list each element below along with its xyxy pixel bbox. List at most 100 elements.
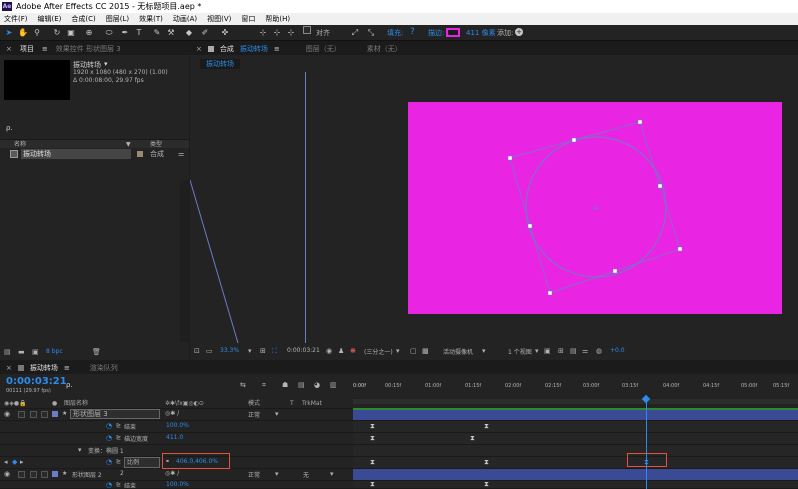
interpret-footage-icon[interactable]: ▤ bbox=[4, 348, 11, 356]
world-axis-icon[interactable]: ⊹ bbox=[272, 28, 282, 38]
show-snapshot-icon[interactable]: ♟ bbox=[338, 347, 344, 355]
menu-animation[interactable]: 动画(A) bbox=[173, 13, 197, 25]
menu-effect[interactable]: 效果(T) bbox=[139, 13, 163, 25]
add-menu-icon[interactable]: + bbox=[515, 28, 523, 36]
breadcrumb[interactable]: 振动转场 bbox=[200, 59, 240, 69]
keyframe[interactable]: ⧗ bbox=[483, 459, 490, 466]
constrain-link-icon[interactable]: ⚭ bbox=[165, 458, 170, 465]
comp-timecode[interactable]: 0:00:03:21 bbox=[287, 347, 320, 354]
eraser-icon[interactable]: ◆ bbox=[184, 28, 194, 38]
trash-icon[interactable]: 🗑 bbox=[92, 348, 101, 356]
solo-toggle-2[interactable] bbox=[30, 471, 37, 478]
snap-target-icon[interactable]: ⤡ bbox=[366, 28, 376, 38]
dropdown-arrow-icon-2[interactable]: ▾ bbox=[396, 347, 400, 355]
menu-icon[interactable]: ≡ bbox=[274, 45, 280, 53]
work-area-bar[interactable] bbox=[353, 399, 798, 404]
graph-icon-3[interactable]: ⊵ bbox=[116, 458, 121, 465]
mask-visibility-icon[interactable]: ⛶ bbox=[272, 347, 277, 356]
close-icon[interactable]: × bbox=[6, 45, 12, 53]
keyframe-nav-next-icon[interactable]: ▸ bbox=[20, 458, 24, 466]
graph-icon-2[interactable]: ⊵ bbox=[116, 434, 121, 441]
prop-row-stroke-width[interactable]: ◔ ⊵ 描边宽度 411.0 bbox=[0, 433, 353, 445]
lock-icon[interactable] bbox=[207, 45, 214, 52]
motion-blur-icon[interactable]: ◕ bbox=[314, 381, 320, 389]
timeline-search-input[interactable]: ρ. bbox=[66, 381, 73, 389]
mode-arrow-icon[interactable]: ▾ bbox=[275, 410, 279, 418]
stopwatch-icon-2[interactable]: ◔ bbox=[106, 434, 112, 442]
col-t[interactable]: T bbox=[290, 399, 294, 409]
trkmat-dropdown[interactable]: 无 bbox=[303, 470, 309, 479]
transparency-grid-icon[interactable]: ▩ bbox=[422, 347, 429, 355]
snap-icon[interactable]: ⤢ bbox=[350, 28, 360, 38]
label-color-chip-2[interactable] bbox=[52, 471, 58, 477]
keyframe[interactable]: ⧗ bbox=[483, 481, 490, 488]
col-type[interactable]: 类型 bbox=[150, 140, 162, 149]
clone-stamp-icon[interactable]: ⚒ bbox=[166, 28, 176, 38]
mode-arrow-icon-2[interactable]: ▾ bbox=[275, 470, 279, 478]
project-item-name[interactable]: 振动转场 bbox=[21, 149, 131, 159]
stroke-width-value[interactable]: 411 像素 bbox=[466, 28, 496, 38]
region-of-interest-icon[interactable]: ▢ bbox=[410, 347, 417, 355]
title-safe-icon[interactable]: ⊞ bbox=[260, 347, 266, 355]
sort-icon[interactable]: ▼ bbox=[126, 140, 131, 149]
close-icon[interactable]: × bbox=[196, 45, 202, 53]
reset-exposure-icon[interactable]: ◍ bbox=[596, 347, 602, 355]
dropdown-arrow-icon[interactable]: ▾ bbox=[248, 347, 252, 355]
layer-name-2[interactable]: 形状图层 2 bbox=[72, 470, 102, 479]
prop-value[interactable]: 100.0% bbox=[166, 422, 189, 429]
tab-render-queue[interactable]: 渲染队列 bbox=[90, 363, 118, 373]
dropdown-arrow-icon-3[interactable]: ▾ bbox=[482, 347, 486, 355]
playhead-line[interactable] bbox=[646, 399, 647, 489]
solo-toggle[interactable] bbox=[30, 411, 37, 418]
new-folder-icon[interactable]: ▬ bbox=[18, 348, 25, 356]
time-ruler[interactable]: 0:00f 00:15f 01:00f 01:15f 02:00f 02:15f… bbox=[353, 383, 798, 397]
layer-switches-2[interactable]: ◎✱ / bbox=[165, 470, 179, 477]
rotate-icon[interactable]: ↻ bbox=[52, 28, 62, 38]
tab-composition-label[interactable]: 合成 bbox=[220, 44, 234, 54]
col-layer-name[interactable]: 图层名称 bbox=[64, 399, 88, 409]
stopwatch-icon-3[interactable]: ◔ bbox=[106, 458, 112, 466]
prop-value-4[interactable]: 100.0% bbox=[166, 481, 189, 488]
menu-layer[interactable]: 图层(L) bbox=[106, 13, 129, 25]
views-dropdown[interactable]: 1 个视图 bbox=[508, 347, 532, 356]
layer-bar-3[interactable] bbox=[353, 409, 798, 421]
prop-row-end-2[interactable]: ◔ ⊵ 结束 100.0% bbox=[0, 481, 353, 489]
zoom-icon[interactable]: ⚲ bbox=[32, 28, 42, 38]
pan-behind-icon[interactable]: ⊕ bbox=[84, 28, 94, 38]
prop-row-scale[interactable]: ◂ ◆ ▸ ◔ ⊵ 比例 ⚭ 406.0,406.0% bbox=[0, 453, 353, 469]
trkmat-arrow-icon[interactable]: ▾ bbox=[330, 470, 334, 478]
layer-switches[interactable]: ◎✱ / bbox=[165, 410, 179, 417]
menu-view[interactable]: 视图(V) bbox=[207, 13, 231, 25]
mode-dropdown-2[interactable]: 正常 bbox=[248, 470, 260, 479]
menu-icon[interactable]: ≡ bbox=[42, 45, 48, 53]
menu-window[interactable]: 窗口 bbox=[241, 13, 255, 25]
keyframe-nav-prev-icon[interactable]: ◂ bbox=[4, 458, 8, 466]
prop-row-end[interactable]: ◔ ⊵ 结束 100.0% bbox=[0, 421, 353, 433]
mode-dropdown[interactable]: 正常 bbox=[248, 410, 260, 419]
col-mode[interactable]: 模式 bbox=[248, 399, 260, 409]
zoom-dropdown[interactable]: 33.3% bbox=[220, 347, 239, 354]
menu-file[interactable]: 文件(F) bbox=[4, 13, 28, 25]
keyframe[interactable]: ⧗ bbox=[469, 435, 476, 442]
col-trkmat[interactable]: TrkMat bbox=[302, 399, 322, 409]
brush-icon[interactable]: ✎ bbox=[152, 28, 162, 38]
label-color-chip[interactable] bbox=[137, 151, 143, 157]
col-name[interactable]: 名称 bbox=[14, 140, 26, 149]
layer-name-field[interactable]: 形状图层 3 bbox=[70, 409, 160, 419]
resolution-dropdown[interactable]: (三分之一) bbox=[364, 347, 393, 356]
tab-effect-controls[interactable]: 效果控件 形状图层 3 bbox=[56, 44, 121, 54]
project-search-input[interactable]: ρ. bbox=[6, 124, 13, 132]
text-tool-icon[interactable]: T bbox=[134, 28, 144, 38]
project-scrollbar[interactable] bbox=[180, 180, 189, 342]
prop-value-2[interactable]: 411.0 bbox=[166, 434, 183, 441]
hand-icon[interactable]: ✋ bbox=[18, 28, 28, 38]
layer-row-3[interactable]: ◉ ★ 3 形状图层 3 ◎✱ / 正常 ▾ bbox=[0, 409, 353, 421]
camera-icon[interactable]: ▣ bbox=[66, 28, 76, 38]
toggle-pixel-aspect-icon[interactable]: ▣ bbox=[544, 347, 551, 355]
lock-toggle[interactable] bbox=[41, 411, 48, 418]
menu-composition[interactable]: 合成(C) bbox=[71, 13, 95, 25]
keyframe[interactable]: ⧗ bbox=[369, 481, 376, 488]
comp-viewer[interactable]: ⊕ bbox=[190, 70, 798, 343]
tab-timeline-comp[interactable]: 振动转场 bbox=[30, 363, 58, 373]
pen-icon[interactable]: ✒ bbox=[120, 28, 130, 38]
